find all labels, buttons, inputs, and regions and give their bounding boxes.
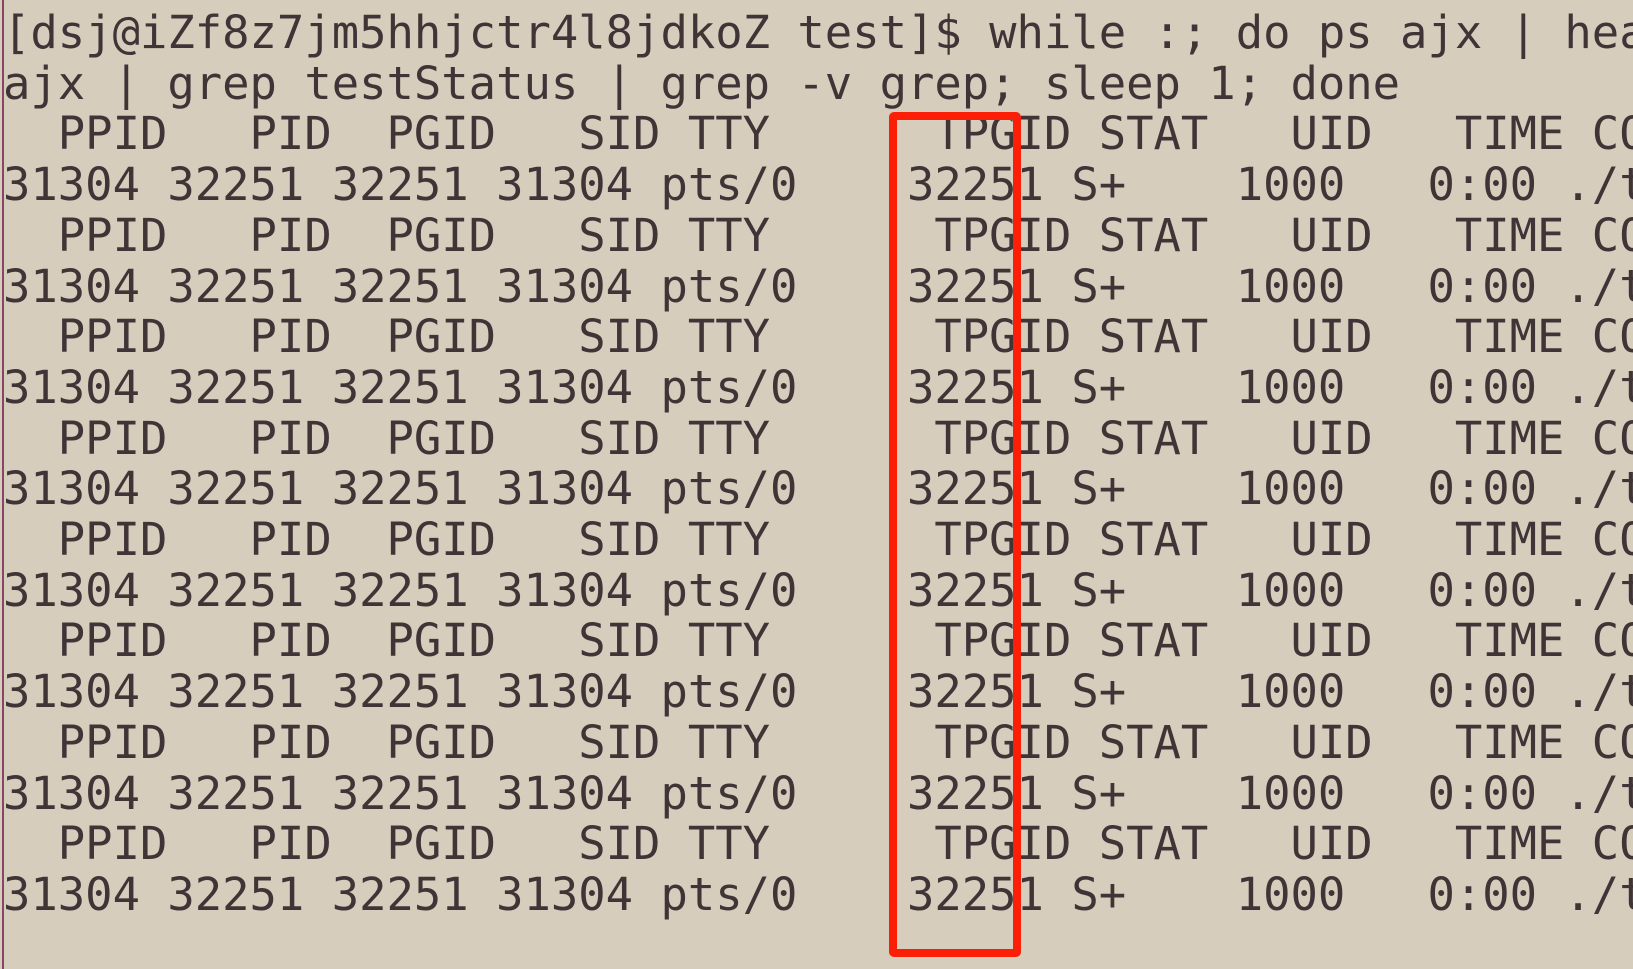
terminal-line: PPID PID PGID SID TTY TPGID STAT UID TIM… bbox=[3, 817, 1633, 871]
terminal-line: 31304 32251 32251 31304 pts/0 32251 S+ 1… bbox=[3, 867, 1633, 921]
terminal-line: PPID PID PGID SID TTY TPGID STAT UID TIM… bbox=[3, 513, 1633, 566]
terminal-line: 31304 32251 32251 31304 pts/0 32251 S+ 1… bbox=[3, 462, 1633, 516]
terminal-line: 31304 32251 32251 31304 pts/0 32251 S+ 1… bbox=[3, 158, 1633, 212]
terminal-line: PPID PID PGID SID TTY TPGID STAT UID TIM… bbox=[3, 310, 1633, 364]
terminal-line: ajx | grep testStatus | grep -v grep; sl… bbox=[3, 56, 1401, 110]
terminal-line: PPID PID PGID SID TTY TPGID STAT UID TIM… bbox=[3, 208, 1633, 262]
terminal-line: 31304 32251 32251 31304 pts/0 32251 S+ 1… bbox=[3, 766, 1633, 820]
terminal-line: [dsj@iZf8z7jm5hhjctr4l8jdkoZ test]$ whil… bbox=[3, 6, 1633, 59]
terminal-line: 31304 32251 32251 31304 pts/0 32251 S+ 1… bbox=[3, 665, 1633, 719]
terminal-line: 31304 32251 32251 31304 pts/0 32251 S+ 1… bbox=[3, 259, 1633, 313]
terminal-line: PPID PID PGID SID TTY TPGID STAT UID TIM… bbox=[3, 715, 1633, 769]
terminal-line: 31304 32251 32251 31304 pts/0 32251 S+ 1… bbox=[3, 563, 1633, 617]
terminal-output-area[interactable]: [dsj@iZf8z7jm5hhjctr4l8jdkoZ test]$ whil… bbox=[0, 0, 1633, 969]
terminal-line: PPID PID PGID SID TTY TPGID STAT UID TIM… bbox=[3, 107, 1633, 161]
terminal-line: PPID PID PGID SID TTY TPGID STAT UID TIM… bbox=[3, 411, 1633, 465]
terminal-window[interactable]: [dsj@iZf8z7jm5hhjctr4l8jdkoZ test]$ whil… bbox=[0, 0, 1633, 969]
terminal-line: PPID PID PGID SID TTY TPGID STAT UID TIM… bbox=[3, 614, 1633, 668]
terminal-line: 31304 32251 32251 31304 pts/0 32251 S+ 1… bbox=[3, 360, 1633, 414]
